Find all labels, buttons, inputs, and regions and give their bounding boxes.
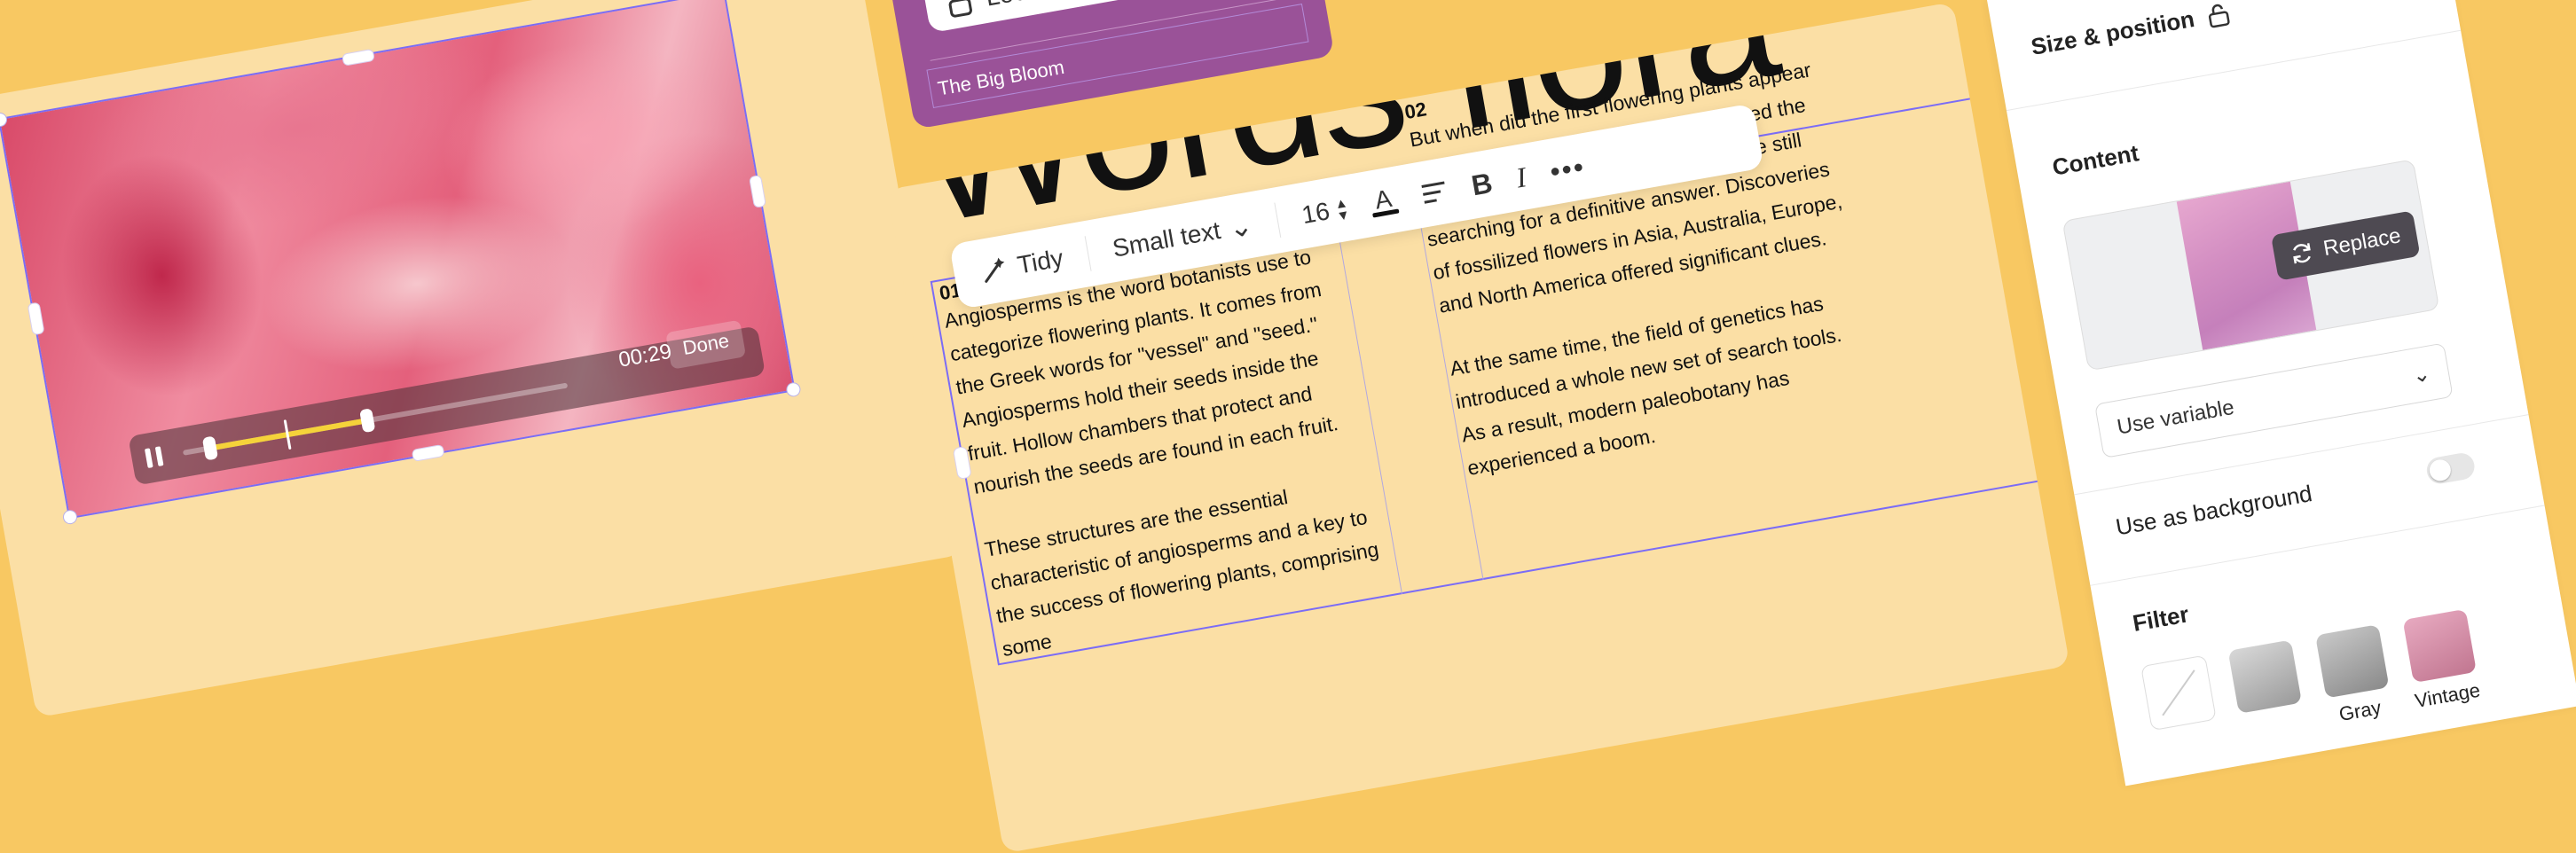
refresh-icon <box>2289 240 2315 267</box>
font-size-value: 16 <box>1300 197 1331 230</box>
locked-label: Locked <box>984 0 1067 12</box>
align-button[interactable] <box>1419 179 1449 207</box>
lock-icon <box>945 0 974 19</box>
text-card: Words flora 01 Angiosperms is the word b… <box>887 2 2069 853</box>
text-column-2[interactable]: 02 But when did the first flowering plan… <box>1403 30 1887 514</box>
unlock-icon[interactable] <box>2206 1 2231 29</box>
tidy-label: Tidy <box>1016 244 1066 280</box>
size-position-label: Size & position <box>2029 5 2196 61</box>
filter-vintage[interactable] <box>2403 609 2477 683</box>
properties-panel: › Size & position Content Replace Use va… <box>1987 0 2576 786</box>
wand-icon <box>977 253 1011 287</box>
italic-button[interactable]: I <box>1514 162 1528 192</box>
text-color-icon: A <box>1368 185 1399 217</box>
toolbar-divider <box>1085 236 1092 271</box>
paragraph: At the same time, the field of genetics … <box>1447 280 1881 485</box>
filter-label: Gray <box>2310 692 2410 732</box>
chevron-down-icon: ⌄ <box>2410 360 2432 388</box>
no-filter-icon <box>2141 656 2215 730</box>
bold-button[interactable]: B <box>1469 168 1494 200</box>
font-size-stepper[interactable]: 16 ▴▾ <box>1300 194 1348 230</box>
paragraph: These structures are the essential chara… <box>982 464 1399 666</box>
filter-gray[interactable] <box>2315 624 2389 698</box>
more-button[interactable]: ••• <box>1548 152 1588 185</box>
pause-icon[interactable] <box>143 446 166 470</box>
text-style-label: Small text <box>1111 216 1223 263</box>
trim-start-handle[interactable] <box>202 435 218 460</box>
size-position-row[interactable]: Size & position <box>2029 0 2427 61</box>
stepper-icon[interactable]: ▴▾ <box>1336 196 1348 222</box>
replace-label: Replace <box>2321 223 2403 262</box>
text-style-dropdown[interactable]: Small text ⌄ <box>1111 211 1255 263</box>
text-color-button[interactable]: A <box>1368 185 1399 217</box>
filter-mono[interactable] <box>2228 639 2302 713</box>
align-icon <box>1419 179 1449 207</box>
filter-heading: Filter <box>2131 541 2529 638</box>
toolbar-divider <box>1274 203 1281 239</box>
tidy-button[interactable]: Tidy <box>977 243 1065 287</box>
filter-none[interactable] <box>2140 655 2217 732</box>
chevron-down-icon: ⌄ <box>1227 211 1255 243</box>
purple-card: Locked The Big Bloom <box>874 0 1335 129</box>
filter-label: Vintage <box>2398 676 2498 716</box>
image-preview[interactable]: Replace <box>2062 159 2440 371</box>
trim-end-handle[interactable] <box>359 408 375 433</box>
italic-icon: I <box>1514 162 1528 192</box>
bold-icon: B <box>1469 168 1494 200</box>
variable-label: Use variable <box>2116 395 2236 441</box>
more-icon: ••• <box>1548 152 1588 185</box>
background-toggle[interactable] <box>2424 451 2476 486</box>
